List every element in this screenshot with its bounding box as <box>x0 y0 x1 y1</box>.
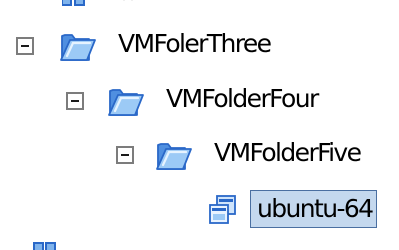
collapse-toggle[interactable] <box>66 92 84 110</box>
tree-item-ubuntu-64[interactable]: ubuntu-64 <box>0 188 399 232</box>
inventory-tree: VMFolerThree VMFolderFour VMFolderFive u… <box>0 0 399 250</box>
tree-item-partial-top[interactable] <box>62 0 202 6</box>
folder-icon <box>154 136 192 172</box>
folder-icon <box>33 242 56 250</box>
tree-item-vmfolerthree[interactable]: VMFolerThree <box>0 24 399 68</box>
folder-icon <box>106 82 144 118</box>
folder-icon <box>58 27 96 63</box>
tree-item-vmfolderfour[interactable]: VMFolderFour <box>0 79 399 123</box>
tree-item-label-selected: ubuntu-64 <box>250 190 378 228</box>
collapse-toggle[interactable] <box>116 146 134 164</box>
tree-item-label: VMFolerThree <box>118 29 272 58</box>
tree-item-label: VMFolderFour <box>166 84 319 113</box>
virtual-machine-icon <box>208 194 238 226</box>
folder-icon <box>62 0 133 6</box>
tree-item-label: VMFolderFive <box>214 138 362 167</box>
tree-item-partial-bottom[interactable] <box>30 238 90 250</box>
tree-item-vmfolderfive[interactable]: VMFolderFive <box>0 133 399 177</box>
collapse-toggle[interactable] <box>16 37 34 55</box>
